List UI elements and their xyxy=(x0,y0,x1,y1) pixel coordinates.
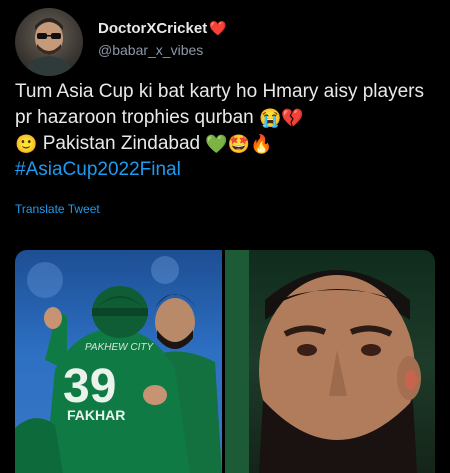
fire-icon: 🔥 xyxy=(250,134,273,154)
profile-avatar[interactable] xyxy=(15,8,83,76)
author-name-row[interactable]: DoctorXCricket ❤️ xyxy=(98,20,227,37)
smiling-face-icon: 🙂 xyxy=(15,134,38,154)
jersey-sponsor: PAKHEW CITY xyxy=(85,342,154,353)
face-photo-illustration xyxy=(225,250,421,473)
star-struck-icon: 🤩 xyxy=(227,134,251,154)
jersey-number: 39 xyxy=(63,360,116,413)
profile-avatar-icon xyxy=(23,18,75,76)
hashtag-link[interactable]: #AsiaCup2022Final xyxy=(15,159,181,180)
tweet-line-1: Tum Asia Cup ki bat karty ho Hmary aisy … xyxy=(15,81,424,128)
hug-photo-illustration: PAKHEW CITY 39 FAKHAR xyxy=(15,256,222,473)
tweet-text: Tum Asia Cup ki bat karty ho Hmary aisy … xyxy=(15,79,440,183)
translate-tweet-link[interactable]: Translate Tweet xyxy=(15,202,100,216)
red-heart-icon: ❤️ xyxy=(209,20,227,36)
crying-face-icon: 😭 xyxy=(259,108,282,128)
user-handle[interactable]: @babar_x_vibes xyxy=(98,42,203,58)
media-photo-face[interactable] xyxy=(225,250,435,473)
green-heart-icon: 💚 xyxy=(205,134,228,154)
jersey-name: FAKHAR xyxy=(67,407,125,423)
media-photo-hug[interactable]: PAKHEW CITY 39 FAKHAR xyxy=(15,250,222,473)
display-name[interactable]: DoctorXCricket xyxy=(98,20,207,37)
broken-heart-icon: 💔 xyxy=(281,108,304,128)
tweet-line-2: Pakistan Zindabad xyxy=(42,133,201,154)
